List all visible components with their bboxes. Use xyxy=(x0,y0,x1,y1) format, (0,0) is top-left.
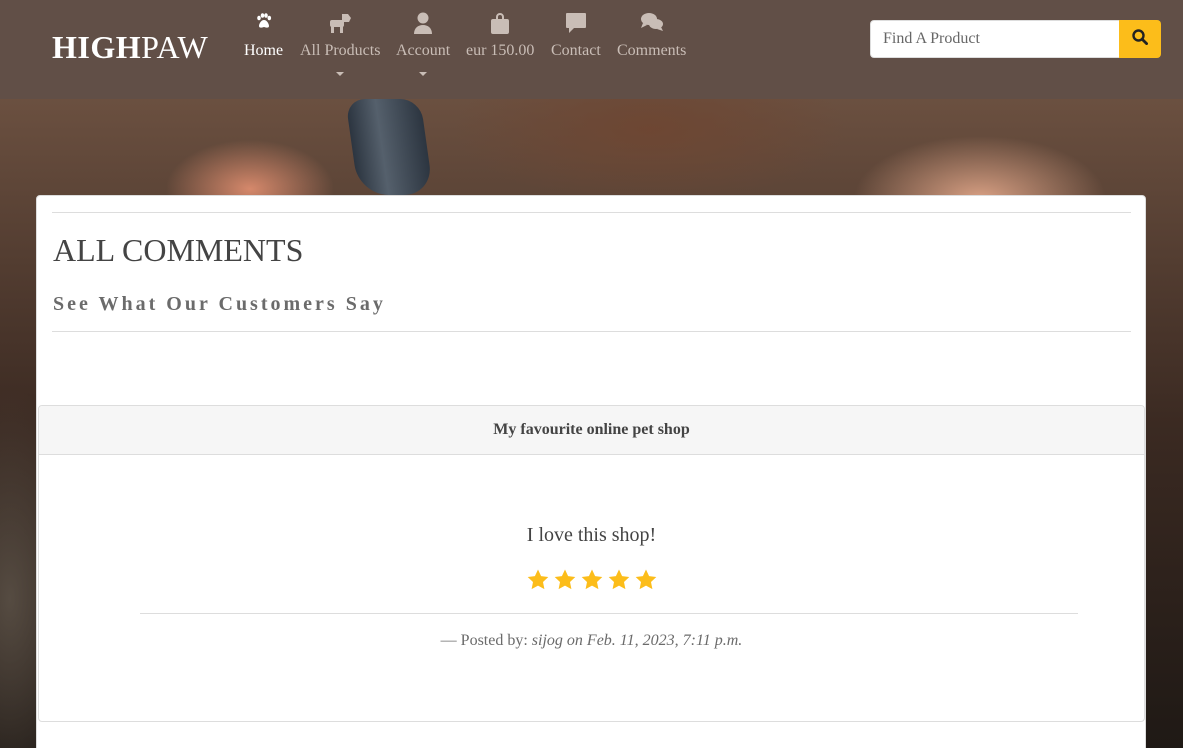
nav-comments[interactable]: Comments xyxy=(617,12,686,60)
star-icon xyxy=(634,568,658,592)
nav-all-products-label: All Products xyxy=(300,42,381,59)
dog-icon xyxy=(300,12,380,36)
chevron-down-icon xyxy=(336,72,345,76)
divider xyxy=(52,212,1131,213)
search-icon xyxy=(1132,28,1149,50)
comment-date: on Feb. 11, 2023, 7:11 p.m. xyxy=(566,632,743,649)
page-title: ALL COMMENTS xyxy=(53,232,304,268)
star-icon xyxy=(553,568,577,592)
comment-meta: — Posted by: sijog on Feb. 11, 2023, 7:1… xyxy=(39,632,1144,650)
shopping-bag-icon xyxy=(466,12,534,36)
brand-bold: HIGH xyxy=(52,29,142,65)
nav-contact-label: Contact xyxy=(551,42,601,59)
comments-card: ALL COMMENTS See What Our Customers Say … xyxy=(36,195,1146,748)
divider xyxy=(52,331,1131,332)
star-rating xyxy=(39,568,1144,597)
nav-shopping-bag[interactable]: eur 150.00 xyxy=(466,12,534,60)
search-form xyxy=(870,20,1161,58)
nav-bag-total: eur 150.00 xyxy=(466,42,535,59)
comment-text: I love this shop! xyxy=(526,524,657,546)
search-input[interactable] xyxy=(870,20,1120,58)
nav-all-products[interactable]: All Products xyxy=(300,12,380,76)
brand-light: PAW xyxy=(141,29,209,65)
nav-home-label: Home xyxy=(244,42,284,59)
comment-title: My favourite online pet shop xyxy=(39,406,1144,455)
divider xyxy=(140,613,1078,614)
nav-home[interactable]: Home xyxy=(244,12,283,60)
star-icon xyxy=(526,568,550,592)
star-icon xyxy=(580,568,604,592)
nav-comments-label: Comments xyxy=(617,42,687,59)
comment-icon xyxy=(551,12,601,36)
user-icon xyxy=(396,12,450,36)
nav-account-label: Account xyxy=(396,42,451,59)
comment-card: My favourite online pet shop I love this… xyxy=(38,405,1145,722)
comment-author: sijog xyxy=(531,632,563,649)
nav-contact[interactable]: Contact xyxy=(551,12,601,60)
chevron-down-icon xyxy=(419,72,428,76)
navbar: HIGHPAW Home All Products Account eur 15… xyxy=(0,0,1183,99)
paw-icon xyxy=(244,12,283,36)
star-icon xyxy=(607,568,631,592)
search-button[interactable] xyxy=(1119,20,1161,58)
posted-by-label: — Posted by: xyxy=(440,632,528,649)
brand-logo[interactable]: HIGHPAW xyxy=(52,29,208,66)
comments-icon xyxy=(617,12,686,36)
page-subtitle: See What Our Customers Say xyxy=(53,293,386,315)
nav-account[interactable]: Account xyxy=(396,12,450,76)
